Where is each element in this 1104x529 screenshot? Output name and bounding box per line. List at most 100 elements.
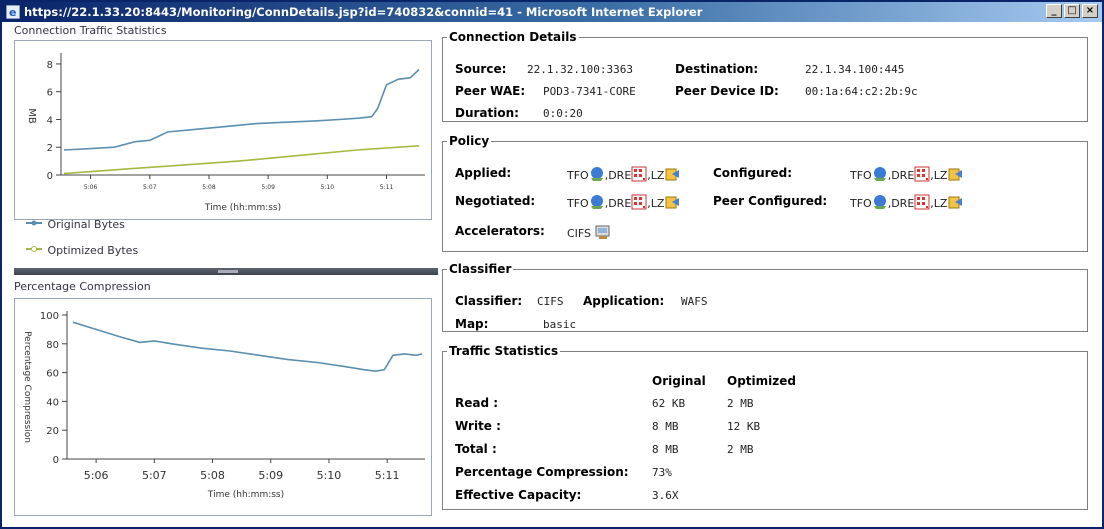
maximize-button[interactable]: □ bbox=[1064, 4, 1080, 18]
application-value: WAFS bbox=[681, 295, 708, 308]
y-tick-label: 8 bbox=[47, 60, 53, 71]
effective-capacity-label: Effective Capacity: bbox=[455, 488, 582, 502]
compression-chart-title: Percentage Compression bbox=[14, 280, 151, 293]
duration-value: 0:0:20 bbox=[543, 107, 583, 120]
legend-original-bytes[interactable]: Original Bytes bbox=[26, 218, 125, 231]
y-tick-label: 6 bbox=[47, 88, 53, 99]
tfo-icon bbox=[873, 167, 886, 181]
lz-icon bbox=[665, 196, 680, 209]
legend-original-bytes-label: Original Bytes bbox=[47, 218, 125, 231]
x-tick-label: 5:06 bbox=[84, 469, 109, 482]
cifs-text: CIFS bbox=[567, 227, 592, 240]
y-tick-label: 4 bbox=[47, 115, 53, 126]
peer-wae-value: POD3-7341-CORE bbox=[543, 85, 636, 98]
duration-label: Duration: bbox=[455, 106, 519, 120]
cifs-accelerator-icon bbox=[595, 225, 610, 239]
peer-device-id-value: 00:1a:64:c2:2b:9c bbox=[805, 85, 918, 98]
peer-wae-label: Peer WAE: bbox=[455, 84, 526, 98]
dre-icon bbox=[631, 166, 647, 182]
title-bar[interactable]: e https://22.1.33.20:8443/Monitoring/Con… bbox=[2, 2, 1102, 22]
page-content: Connection Traffic Statistics 0 2 4 6 8 5:06 5… bbox=[2, 22, 1102, 527]
accelerators-value: CIFS bbox=[567, 224, 611, 240]
traffic-statistics-group: Traffic Statistics Original Optimized Re… bbox=[442, 344, 1088, 510]
destination-label: Destination: bbox=[675, 62, 759, 76]
tfo-text: TFO bbox=[850, 169, 872, 182]
tfo-text: TFO bbox=[850, 197, 872, 210]
pct-compression-value: 73% bbox=[652, 466, 672, 479]
negotiated-value: TFO ,DRE ,LZ bbox=[567, 194, 680, 210]
y-tick-label: 100 bbox=[40, 311, 59, 322]
details-pane: Connection Details Source: 22.1.32.100:3… bbox=[442, 22, 1092, 522]
y-tick-label: 0 bbox=[53, 455, 59, 466]
tfo-text: TFO bbox=[567, 197, 589, 210]
x-tick-label: 5:11 bbox=[375, 469, 400, 482]
effective-capacity-value: 3.6X bbox=[652, 489, 679, 502]
dre-text: ,DRE bbox=[604, 169, 632, 182]
peer-configured-value: TFO ,DRE ,LZ bbox=[850, 194, 963, 210]
row-total-optimized: 2 MB bbox=[727, 443, 754, 456]
x-axis-title: Time (hh:mm:ss) bbox=[207, 490, 284, 500]
destination-value: 22.1.34.100:445 bbox=[805, 63, 905, 76]
traffic-chart: 0 2 4 6 8 5:06 5:07 5:08 5:09 5:10 5:11 Time (hh:mm… bbox=[26, 53, 425, 213]
series-line-0 bbox=[72, 321, 423, 373]
lz-text: ,LZ bbox=[647, 169, 665, 182]
pane-splitter[interactable] bbox=[14, 268, 438, 275]
row-write-label: Write : bbox=[455, 419, 501, 433]
splitter-grip[interactable] bbox=[218, 270, 238, 273]
policy-group: Policy Applied: TFO ,DRE ,LZ Configured: T… bbox=[442, 134, 1088, 252]
browser-window: e https://22.1.33.20:8443/Monitoring/Con… bbox=[0, 0, 1104, 529]
x-tick-label: 5:09 bbox=[258, 469, 283, 482]
x-tick-label: 5:11 bbox=[380, 184, 394, 191]
row-read-original: 62 KB bbox=[652, 397, 686, 410]
legend-original-bytes-icon bbox=[26, 220, 42, 226]
classifier-label: Classifier: bbox=[455, 294, 523, 308]
col-optimized-header: Optimized bbox=[727, 374, 796, 388]
map-label: Map: bbox=[455, 317, 489, 331]
row-write-original: 8 MB bbox=[652, 420, 679, 433]
configured-label: Configured: bbox=[713, 166, 793, 180]
svg-text:e: e bbox=[9, 6, 16, 19]
row-write-optimized: 12 KB bbox=[727, 420, 761, 433]
map-value: basic bbox=[543, 318, 577, 331]
applied-value: TFO ,DRE ,LZ bbox=[567, 166, 680, 182]
dre-icon bbox=[631, 194, 647, 210]
y-tick-label: 40 bbox=[46, 397, 59, 408]
legend-optimized-bytes-icon bbox=[26, 246, 42, 252]
source-value: 22.1.32.100:3363 bbox=[527, 63, 633, 76]
window-title: https://22.1.33.20:8443/Monitoring/ConnD… bbox=[24, 5, 703, 19]
tfo-icon bbox=[873, 195, 886, 209]
connection-details-legend: Connection Details bbox=[449, 30, 577, 44]
applied-label: Applied: bbox=[455, 166, 512, 180]
lz-text: ,LZ bbox=[647, 197, 665, 210]
series-line-0 bbox=[63, 68, 420, 151]
dre-icon bbox=[914, 194, 930, 210]
legend-optimized-bytes[interactable]: Optimized Bytes bbox=[26, 244, 138, 257]
y-tick-label: 2 bbox=[47, 143, 53, 154]
col-original-header: Original bbox=[652, 374, 706, 388]
y-tick-label: 60 bbox=[46, 369, 59, 380]
row-total-original: 8 MB bbox=[652, 443, 679, 456]
compression-chart-frame: 0 20 40 60 80 100 5:06 5:07 5:08 5:09 5:10 5:11 Time… bbox=[14, 298, 432, 516]
lz-text: ,LZ bbox=[930, 197, 948, 210]
peer-device-id-label: Peer Device ID: bbox=[675, 84, 779, 98]
tfo-icon bbox=[590, 195, 603, 209]
compression-chart: 0 20 40 60 80 100 5:06 5:07 5:08 5:09 5:10 5:11 Time… bbox=[22, 311, 425, 500]
minimize-button[interactable]: _ bbox=[1046, 4, 1062, 18]
dre-icon bbox=[914, 166, 930, 182]
dre-text: ,DRE bbox=[887, 169, 915, 182]
legend-optimized-bytes-label: Optimized Bytes bbox=[47, 244, 139, 257]
x-tick-label: 5:08 bbox=[200, 469, 225, 482]
classifier-value: CIFS bbox=[537, 295, 564, 308]
x-tick-label: 5:10 bbox=[321, 184, 335, 191]
close-button[interactable]: × bbox=[1082, 4, 1098, 18]
tfo-icon bbox=[590, 167, 603, 181]
y-axis-title: Percentage Compression bbox=[22, 331, 32, 443]
lz-text: ,LZ bbox=[930, 169, 948, 182]
dre-text: ,DRE bbox=[887, 197, 915, 210]
row-read-optimized: 2 MB bbox=[727, 397, 754, 410]
lz-icon bbox=[665, 168, 680, 181]
configured-value: TFO ,DRE ,LZ bbox=[850, 166, 963, 182]
y-tick-label: 80 bbox=[46, 340, 59, 351]
series-line-1 bbox=[63, 145, 420, 175]
x-tick-label: 5:08 bbox=[202, 184, 216, 191]
